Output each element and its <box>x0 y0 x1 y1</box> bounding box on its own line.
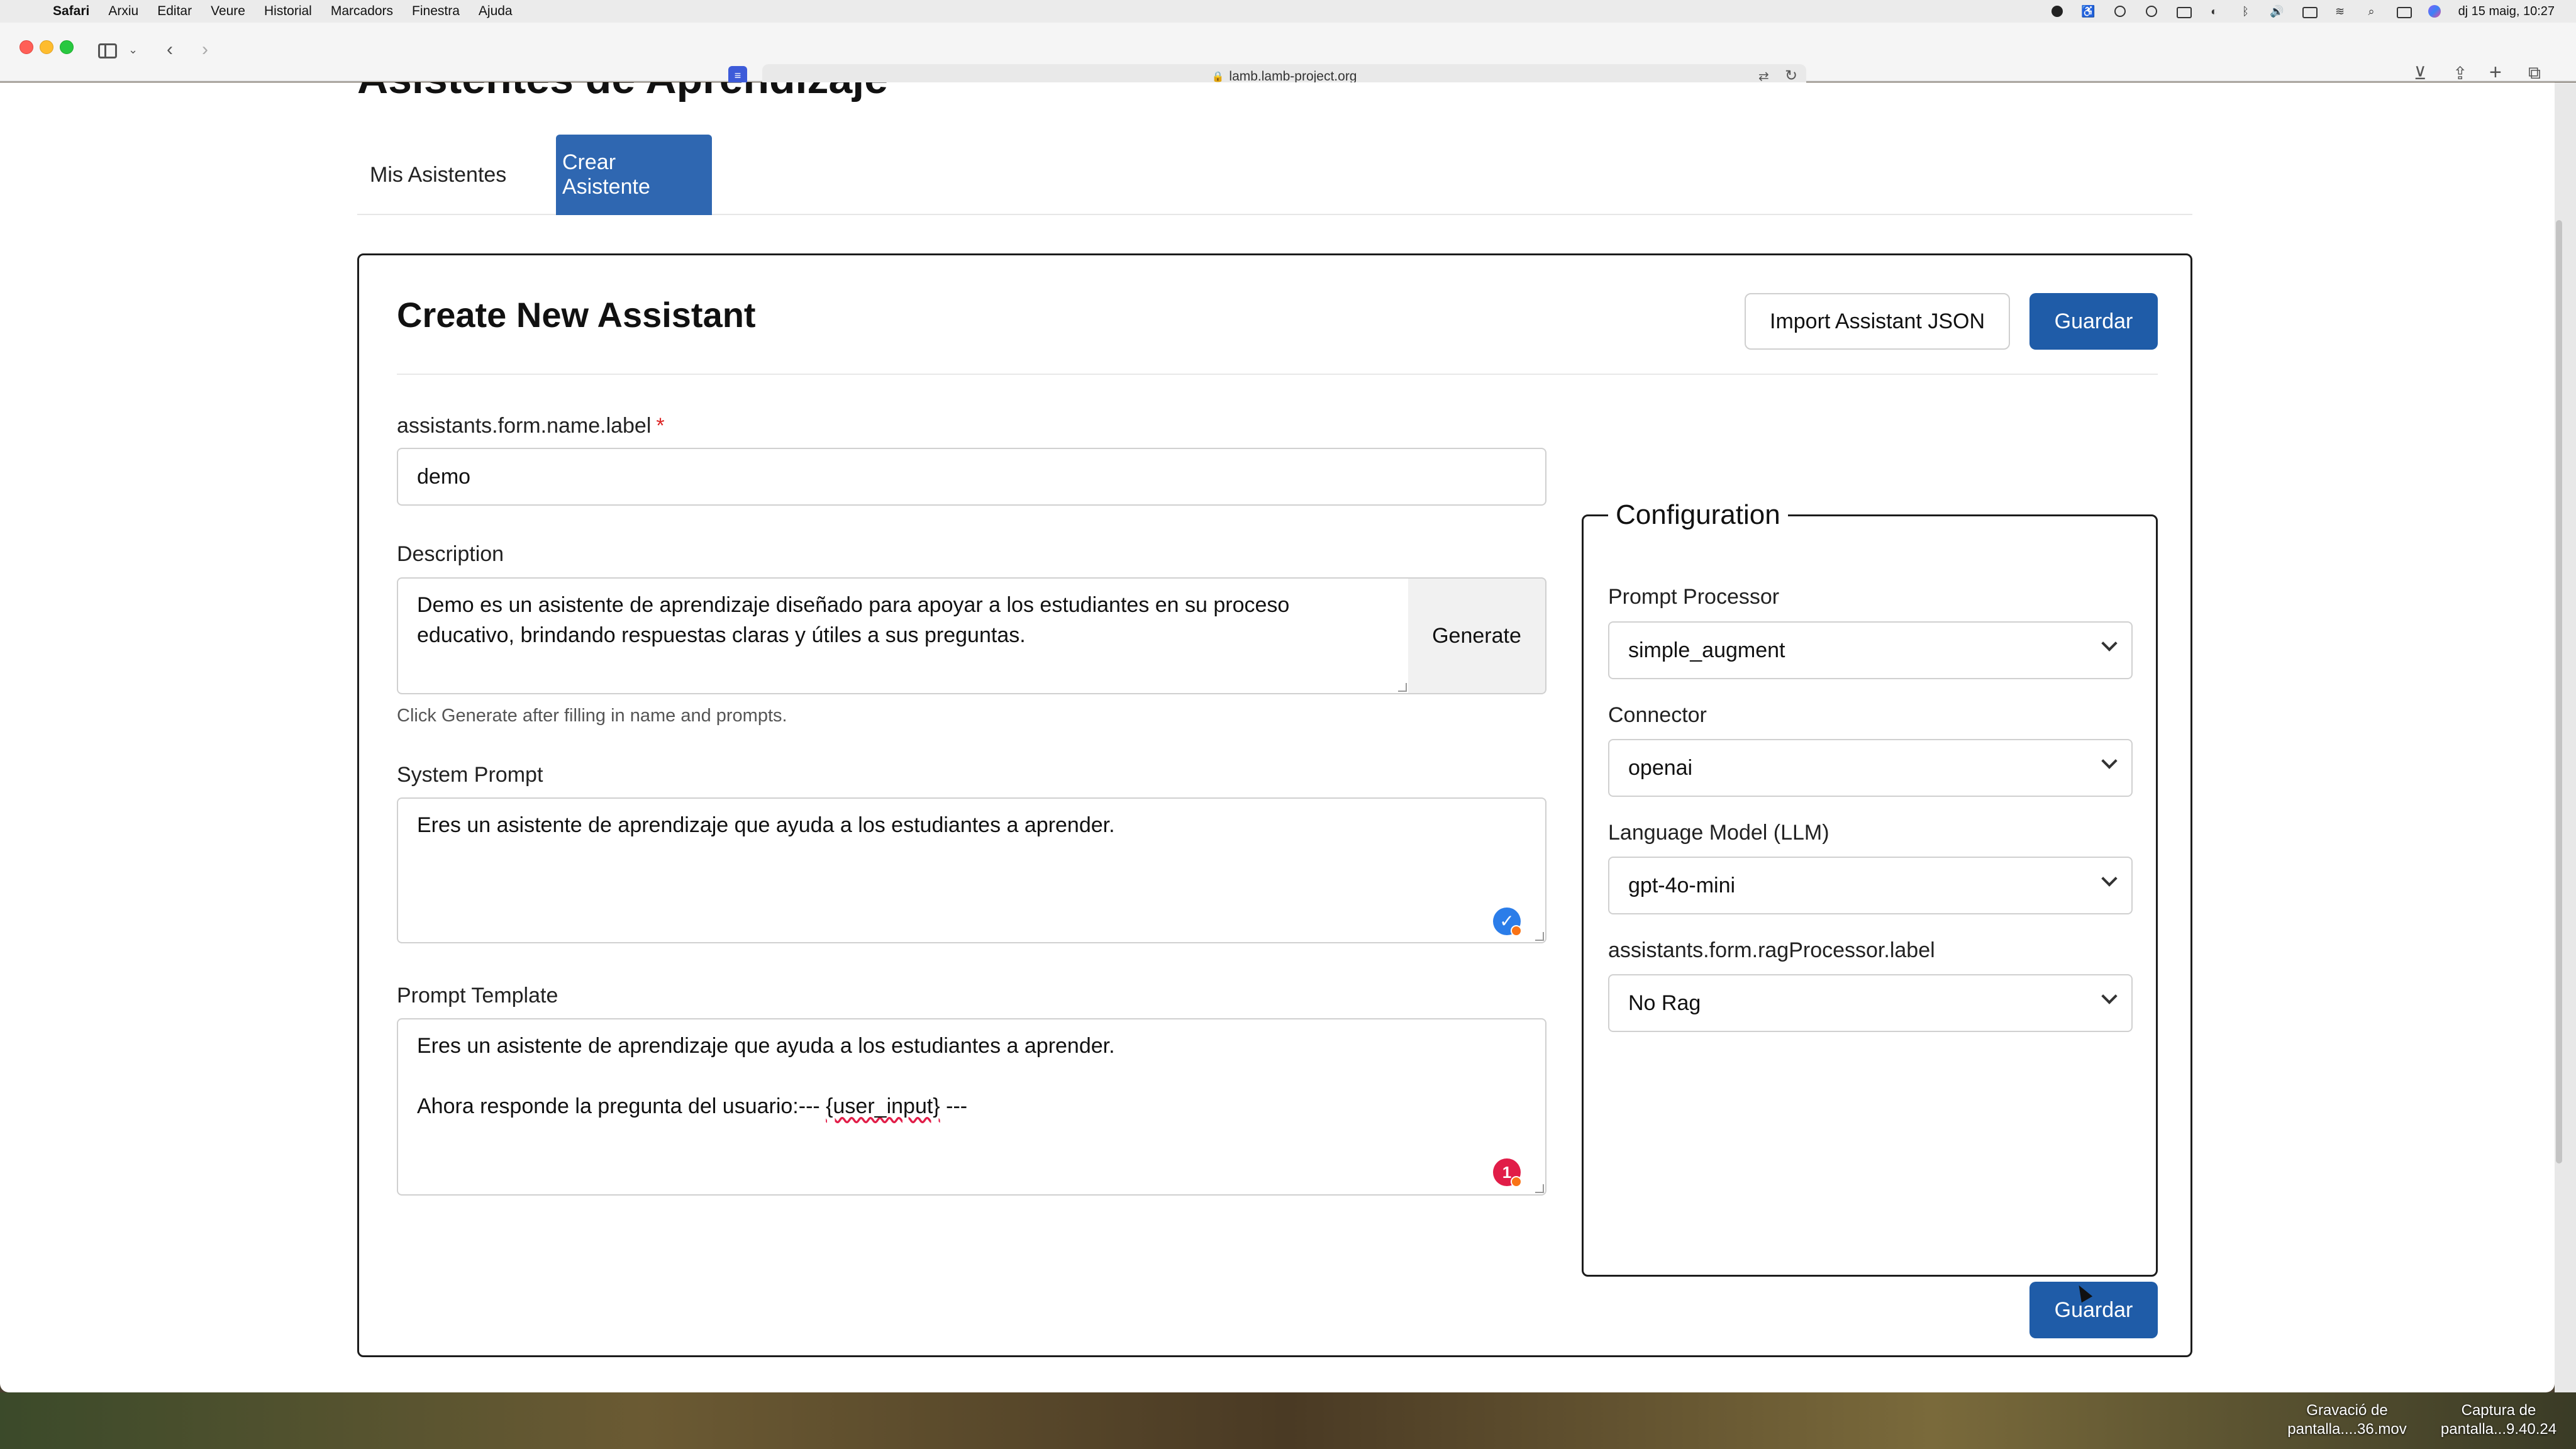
clock-icon[interactable] <box>2112 5 2128 18</box>
back-arrow-icon[interactable]: ‹ <box>162 40 177 59</box>
prompt-processor-label: Prompt Processor <box>1608 585 1780 609</box>
chevron-down-icon <box>2101 870 2118 887</box>
description-text: Demo es un asistente de aprendizaje dise… <box>417 593 1290 647</box>
description-hint: Click Generate after filling in name and… <box>397 706 787 726</box>
desktop-file-screenshot-line-1: Captura de <box>2461 1402 2536 1419</box>
tab-crear-asistente[interactable]: Crear Asistente <box>556 135 712 215</box>
focus-icon[interactable]: ◐ <box>2207 5 2222 18</box>
accessibility-icon[interactable]: ♿ <box>2081 5 2096 18</box>
name-label: assistants.form.name.label * <box>397 414 665 438</box>
llm-select[interactable]: gpt-4o-mini <box>1608 857 2133 914</box>
desktop-file-recording-line-1: Gravació de <box>2306 1402 2388 1419</box>
system-prompt-label: System Prompt <box>397 763 543 787</box>
menu-veure[interactable]: Veure <box>211 4 245 19</box>
chevron-down-icon <box>2101 635 2118 652</box>
form-title: Create New Assistant <box>397 295 756 335</box>
prompt-template-label: Prompt Template <box>397 984 558 1008</box>
prompt-template-textarea[interactable]: Eres un asistente de aprendizaje que ayu… <box>397 1018 1546 1196</box>
connector-select[interactable]: openai <box>1608 739 2133 797</box>
close-window-button[interactable] <box>19 40 33 54</box>
rag-processor-label: assistants.form.ragProcessor.label <box>1608 938 1935 962</box>
minimize-window-button[interactable] <box>40 40 53 54</box>
new-tab-icon[interactable]: + <box>2489 60 2502 85</box>
chevron-down-icon <box>2101 753 2118 769</box>
system-prompt-textarea[interactable]: Eres un asistente de aprendizaje que ayu… <box>397 797 1546 943</box>
page-heading: Asistentes de Aprendizaje <box>357 82 888 100</box>
save-button-bottom[interactable]: Guardar <box>2029 1282 2158 1338</box>
menu-editar[interactable]: Editar <box>157 4 192 19</box>
scrollbar[interactable] <box>2556 220 2562 1163</box>
llm-label: Language Model (LLM) <box>1608 821 1829 845</box>
record-icon[interactable] <box>2050 5 2065 18</box>
zoom-window-button[interactable] <box>60 40 74 54</box>
keyboard-icon[interactable] <box>2301 5 2318 18</box>
prompt-processor-value: simple_augment <box>1628 638 1785 662</box>
menu-arxiu[interactable]: Arxiu <box>108 4 138 19</box>
wifi-icon[interactable]: ≋ <box>2333 5 2348 18</box>
divider <box>397 374 2158 375</box>
grammar-check-icon[interactable]: ✓ <box>1493 908 1522 936</box>
nav-tabs: Mis Asistentes Crear Asistente <box>357 135 2192 215</box>
resize-handle-icon[interactable] <box>1535 1184 1544 1193</box>
sidebar-toggle-icon[interactable] <box>98 43 117 58</box>
grammar-error-badge[interactable]: 1 <box>1493 1158 1522 1187</box>
share-icon[interactable]: ⇪ <box>2453 63 2467 84</box>
prompt-template-line-1: Eres un asistente de aprendizaje que ayu… <box>417 1034 1115 1058</box>
forward-arrow-icon[interactable]: › <box>197 40 213 59</box>
bluetooth-icon[interactable]: ᛒ <box>2238 5 2253 18</box>
menu-safari[interactable]: Safari <box>53 4 89 19</box>
template-suffix: --- <box>940 1094 968 1118</box>
name-label-text: assistants.form.name.label <box>397 414 652 438</box>
browser-toolbar: ⌄ ‹ › ≡ 🔒 lamb.lamb-project.org ⇄ ↻ ⊻ ⇪ … <box>0 23 2576 89</box>
menu-marcadors[interactable]: Marcadors <box>331 4 393 19</box>
spotlight-search-icon[interactable]: ⌕ <box>2364 5 2379 18</box>
system-prompt-text: Eres un asistente de aprendizaje que ayu… <box>417 813 1115 837</box>
download-icon[interactable]: ⊻ <box>2414 63 2427 84</box>
description-textarea[interactable]: Demo es un asistente de aprendizaje dise… <box>397 577 1409 694</box>
menu-bar: Safari Arxiu Editar Veure Historial Marc… <box>0 0 2576 23</box>
chevron-down-icon[interactable]: ⌄ <box>128 40 138 59</box>
name-input[interactable]: demo <box>397 448 1546 506</box>
import-json-button[interactable]: Import Assistant JSON <box>1745 293 2010 350</box>
play-icon[interactable] <box>2144 5 2159 18</box>
prompt-template-line-2: Ahora responde la pregunta del usuario:-… <box>417 1091 1526 1121</box>
desktop-file-recording[interactable]: Gravació de pantalla....36.mov <box>2272 1401 2423 1439</box>
resize-handle-icon[interactable] <box>1535 932 1544 941</box>
desktop-file-screenshot[interactable]: Captura de pantalla...9.40.24 <box>2426 1401 2571 1439</box>
tab-overview-icon[interactable]: ⧉ <box>2528 63 2541 84</box>
menu-ajuda[interactable]: Ajuda <box>479 4 513 19</box>
create-assistant-card: Create New Assistant Import Assistant JS… <box>357 253 2192 1357</box>
template-prefix: Ahora responde la pregunta del usuario:-… <box>417 1094 826 1118</box>
siri-icon[interactable] <box>2427 5 2442 18</box>
required-mark: * <box>656 414 665 438</box>
desktop-file-screenshot-line-2: pantalla...9.40.24 <box>2440 1421 2557 1438</box>
generate-button[interactable]: Generate <box>1408 577 1546 694</box>
resize-handle-icon[interactable] <box>1398 683 1407 692</box>
configuration-legend: Configuration <box>1608 499 1788 531</box>
description-label: Description <box>397 542 504 566</box>
web-content: Asistentes de Aprendizaje Mis Asistentes… <box>0 82 2555 1392</box>
prompt-processor-select[interactable]: simple_augment <box>1608 621 2133 679</box>
lock-icon: 🔒 <box>1211 72 1224 82</box>
rag-processor-value: No Rag <box>1628 991 1701 1015</box>
connector-value: openai <box>1628 755 1693 780</box>
connector-label: Connector <box>1608 703 1707 727</box>
screen-mirroring-icon[interactable] <box>2175 5 2192 18</box>
rag-processor-select[interactable]: No Rag <box>1608 974 2133 1032</box>
control-center-icon[interactable] <box>2396 5 2412 18</box>
llm-value: gpt-4o-mini <box>1628 873 1736 897</box>
chevron-down-icon <box>2101 988 2118 1004</box>
template-variable: {user_input} <box>826 1094 940 1118</box>
menu-historial[interactable]: Historial <box>264 4 312 19</box>
menu-finestra[interactable]: Finestra <box>412 4 460 19</box>
volume-icon[interactable]: 🔊 <box>2270 5 2285 18</box>
save-button-top[interactable]: Guardar <box>2029 293 2158 350</box>
status-area: ♿ ◐ ᛒ 🔊 ≋ ⌕ dj 15 maig, 10:27 <box>2050 0 2555 23</box>
tab-mis-asistentes[interactable]: Mis Asistentes <box>364 135 513 215</box>
desktop-file-recording-line-2: pantalla....36.mov <box>2287 1421 2407 1438</box>
desktop-wallpaper <box>0 1392 2576 1449</box>
menu-clock[interactable]: dj 15 maig, 10:27 <box>2458 4 2555 19</box>
